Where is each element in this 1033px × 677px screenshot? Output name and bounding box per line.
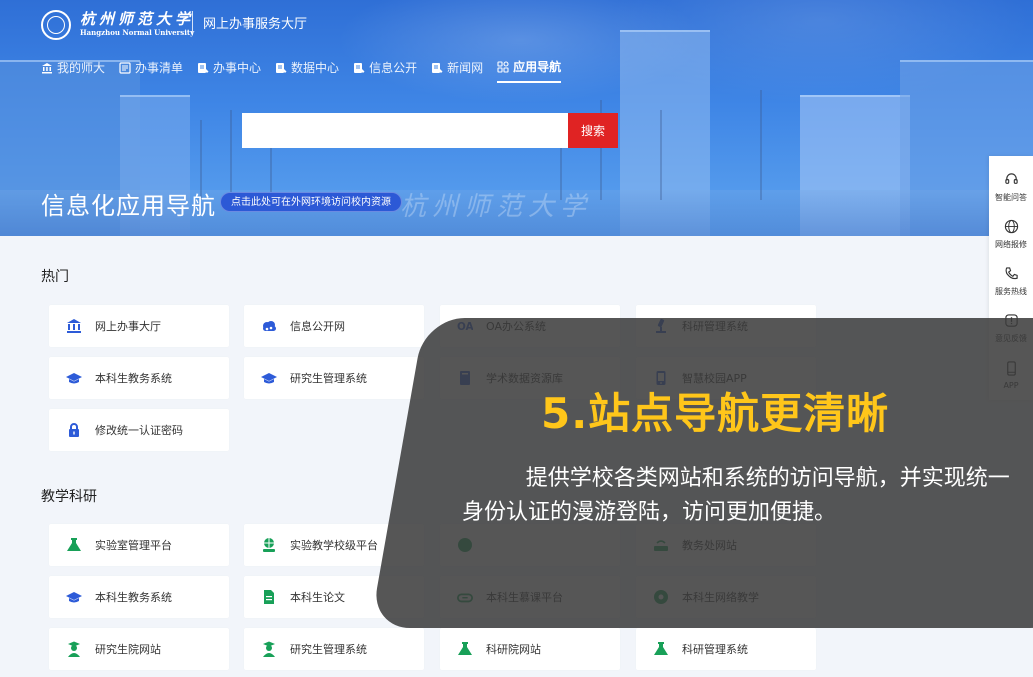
app-card[interactable]: 研究生院网站: [49, 628, 229, 670]
person-cap-icon: [261, 641, 277, 657]
person-cap-icon: [66, 641, 82, 657]
globe-hand-icon: [261, 537, 277, 553]
promo-body-text: 提供学校各类网站和系统的访问导航，并实现统一身份认证的漫游登陆，访问更加便捷。: [462, 466, 1010, 525]
logo-text-cn: 杭州师范大学: [80, 10, 195, 28]
top-nav: 我的师大 办事清单 办事中心 数据中心 信息公开 新闻网 应用导航: [41, 58, 575, 83]
nav-item-6[interactable]: 应用导航: [497, 58, 562, 83]
doc-pen-icon: [353, 62, 365, 74]
grid-icon: [497, 60, 509, 73]
app-card-label: 本科生教务系统: [95, 372, 172, 385]
lab-icon: [66, 537, 82, 553]
logo-divider: [192, 11, 193, 35]
nav-item-3[interactable]: 数据中心: [275, 58, 339, 83]
app-card[interactable]: 网上办事大厅: [49, 305, 229, 347]
bank-icon: [66, 318, 82, 334]
hero-banner: 杭州师范大学 Hangzhou Normal University 网上办事服务…: [0, 0, 1033, 236]
app-card-label: 信息公开网: [290, 320, 345, 333]
sidebar-item-2[interactable]: 服务热线: [989, 256, 1033, 303]
graduation-cap-icon: [66, 589, 82, 605]
nav-item-label: 应用导航: [513, 60, 562, 74]
search-button[interactable]: 搜索: [568, 113, 618, 148]
tree: [230, 110, 232, 200]
graduation-cap-icon: [66, 370, 82, 386]
app-card[interactable]: 研究生管理系统: [244, 357, 424, 399]
site-subtitle: 网上办事服务大厅: [203, 17, 308, 32]
app-card-label: 科研院网站: [486, 643, 541, 656]
cloud-icon: [261, 318, 277, 334]
app-card-label: 本科生论文: [290, 591, 345, 604]
nav-item-label: 新闻网: [447, 61, 484, 75]
app-card-label: 实验室管理平台: [95, 539, 172, 552]
app-card[interactable]: 本科生教务系统: [49, 357, 229, 399]
list-icon: [119, 61, 131, 74]
tree: [660, 110, 662, 200]
nav-item-label: 办事中心: [213, 61, 262, 75]
app-card[interactable]: 修改统一认证密码: [49, 409, 229, 451]
lab-icon: [457, 641, 473, 657]
app-card[interactable]: 实验室管理平台: [49, 524, 229, 566]
app-card[interactable]: 本科生教务系统: [49, 576, 229, 618]
app-card-label: 科研管理系统: [682, 643, 748, 656]
app-card-label: 研究生院网站: [95, 643, 161, 656]
search-bar: 搜索: [242, 113, 618, 148]
phone-icon: [1004, 266, 1019, 283]
sidebar-item-label: 智能问答: [995, 192, 1027, 202]
sidebar-item-0[interactable]: 智能问答: [989, 162, 1033, 209]
nav-item-5[interactable]: 新闻网: [431, 58, 483, 83]
nav-item-2[interactable]: 办事中心: [197, 58, 261, 83]
headset-icon: [1004, 172, 1019, 189]
page-title: 信息化应用导航: [41, 192, 216, 220]
university-seal-logo[interactable]: [41, 10, 71, 40]
app-card[interactable]: 研究生管理系统: [244, 628, 424, 670]
globe-icon: [1004, 219, 1019, 236]
nav-item-label: 我的师大: [57, 61, 106, 75]
graduation-cap-icon: [261, 370, 277, 386]
promo-body: 提供学校各类网站和系统的访问导航，并实现统一身份认证的漫游登陆，访问更加便捷。: [462, 462, 1028, 530]
app-card-label: 修改统一认证密码: [95, 424, 183, 437]
sidebar-item-1[interactable]: 网络报修: [989, 209, 1033, 256]
nav-item-4[interactable]: 信息公开: [353, 58, 417, 83]
tree: [760, 90, 762, 200]
doc-pen-icon: [197, 62, 209, 74]
doc-pen-icon: [431, 62, 443, 74]
app-card[interactable]: 科研院网站: [440, 628, 620, 670]
search-input[interactable]: [242, 113, 568, 148]
lock-icon: [66, 422, 82, 438]
section-title-research: 教学科研: [41, 489, 97, 505]
nav-item-label: 数据中心: [291, 61, 340, 75]
app-card-label: 本科生教务系统: [95, 591, 172, 604]
promo-title: 5.站点导航更清晰: [541, 389, 890, 438]
app-card[interactable]: 信息公开网: [244, 305, 424, 347]
nav-item-1[interactable]: 办事清单: [119, 58, 183, 83]
app-card-label: 研究生管理系统: [290, 372, 367, 385]
nav-item-label: 信息公开: [369, 61, 418, 75]
sidebar-item-label: 服务热线: [995, 286, 1027, 296]
logo-text-en: Hangzhou Normal University: [80, 28, 195, 37]
lab-icon: [653, 641, 669, 657]
external-access-button[interactable]: 点击此处可在外网环境访问校内资源: [220, 192, 402, 212]
app-card-label: 网上办事大厅: [95, 320, 161, 333]
app-card-label: 实验教学校级平台: [290, 539, 378, 552]
sidebar-item-label: 网络报修: [995, 239, 1027, 249]
bank-icon: [41, 62, 53, 74]
nav-item-0[interactable]: 我的师大: [41, 58, 105, 83]
section-title-hot: 热门: [41, 269, 69, 285]
app-card-label: 研究生管理系统: [290, 643, 367, 656]
doc-icon: [261, 589, 277, 605]
app-card[interactable]: 科研管理系统: [636, 628, 816, 670]
calligraphy-watermark: 杭州师范大学: [400, 192, 593, 222]
nav-item-label: 办事清单: [135, 61, 184, 75]
doc-pen-icon: [275, 62, 287, 74]
